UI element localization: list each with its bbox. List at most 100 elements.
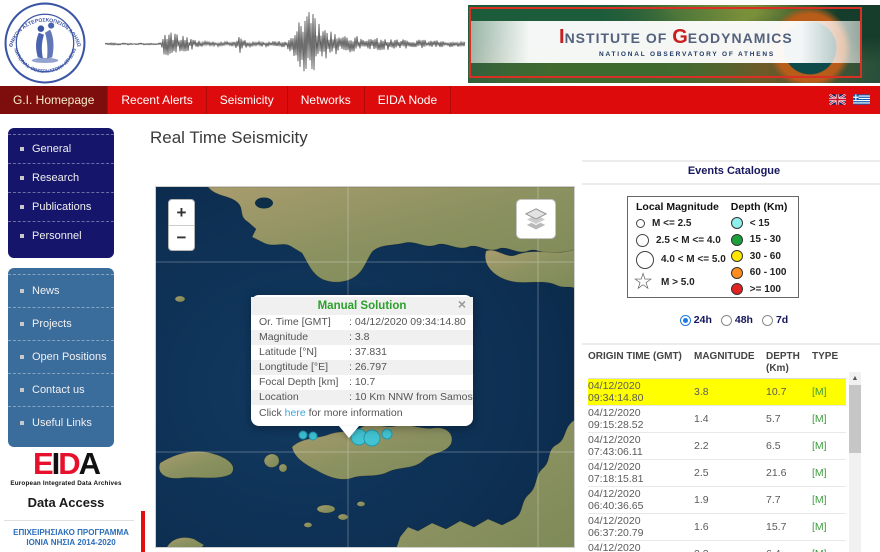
data-access-label: Data Access: [27, 495, 105, 510]
depth-color-dot: [730, 233, 743, 246]
popup-row-value: : 04/12/2020 09:34:14.80: [349, 316, 466, 328]
depth-color-dot: [730, 283, 743, 296]
sidebar-item[interactable]: Useful Links: [8, 406, 114, 439]
institute-banner: INSTITUTE OF GEODYNAMICS NATIONAL OBSERV…: [468, 5, 880, 83]
nav-item[interactable]: Recent Alerts: [108, 86, 207, 114]
greece-flag-icon[interactable]: [853, 94, 870, 105]
bullet-icon: [20, 289, 24, 293]
eida-letter: D: [58, 446, 80, 481]
depth-legend-item: 30 - 60: [730, 248, 794, 265]
time-filter-radio[interactable]: 24h: [679, 314, 712, 326]
more-info-link[interactable]: here: [285, 407, 306, 419]
sidebar-divider: [4, 520, 134, 521]
bullet-icon: [20, 322, 24, 326]
magnitude-legend-title: Local Magnitude: [636, 201, 719, 213]
popup-row: Focal Depth [km] : 10.7: [251, 375, 473, 390]
panel-divider: [582, 343, 880, 345]
eida-letter: A: [78, 446, 101, 481]
popup-row: Longtitude [°E] : 26.797: [251, 360, 473, 375]
uk-flag-icon[interactable]: [829, 94, 846, 105]
map-zoom-control: + −: [168, 199, 195, 251]
depth-legend-item: 60 - 100: [730, 265, 794, 282]
sidebar-item[interactable]: Open Positions: [8, 340, 114, 373]
sidebar-item-label: News: [32, 285, 60, 297]
scrollbar-up-arrow-icon[interactable]: ▲: [849, 372, 861, 384]
popup-row-label: Magnitude: [259, 331, 309, 343]
magnitude-legend: Local Magnitude M <= 2.5 2.5 < M <= 4.0: [636, 201, 731, 295]
espa-logo-edge: [141, 511, 145, 552]
popup-title: Manual Solution: [251, 297, 473, 315]
event-marker[interactable]: [381, 428, 393, 440]
nav-item[interactable]: G.I. Homepage: [0, 86, 109, 114]
zoom-in-button[interactable]: +: [169, 200, 194, 225]
table-row[interactable]: 04/12/2020 09:15:28.52 1.4 5.7 [M]: [588, 406, 846, 433]
header: ΕΘΝΙΚΟΝ ΑΣΤΕΡΟΣΚΟΠΕΙΟΝ ΑΘΗΝΩΝ NATIONAL O…: [0, 0, 880, 86]
table-scrollbar[interactable]: ▲: [849, 372, 861, 552]
radio-icon[interactable]: [679, 314, 691, 326]
table-row[interactable]: 04/12/2020 07:18:15.81 2.5 21.6 [M]: [588, 460, 846, 487]
popup-close-icon[interactable]: ×: [458, 296, 466, 312]
nav-item[interactable]: EIDA Node: [365, 86, 452, 114]
sidebar-item-label: General: [32, 143, 72, 155]
radio-icon[interactable]: [761, 314, 773, 326]
sidebar-secondary-menu: News Projects Open Positions Contact us …: [8, 268, 114, 447]
time-filter-radio[interactable]: 48h: [720, 314, 753, 326]
table-row[interactable]: 04/12/2020 06:37:20.79 1.6 15.7 [M]: [588, 514, 846, 541]
bullet-icon: [20, 176, 24, 180]
layers-control[interactable]: [516, 199, 556, 239]
popup-row-label: Location: [259, 391, 299, 403]
time-filter-radio[interactable]: 7d: [761, 314, 788, 326]
sidebar-item-label: Publications: [32, 201, 92, 213]
popup-footer: Click here for more information: [259, 407, 403, 419]
popup-row: Magnitude : 3.8: [251, 330, 473, 345]
depth-color-dot: [730, 250, 743, 263]
sidebar-item[interactable]: News: [8, 274, 114, 307]
popup-row-value: : 10 Km NNW from Samos: [349, 391, 473, 403]
table-row[interactable]: 04/12/2020 06:40:36.65 1.9 7.7 [M]: [588, 487, 846, 514]
popup-row: Or. Time [GMT] : 04/12/2020 09:34:14.80: [251, 315, 473, 330]
table-header-row: ORIGIN TIME (GMT) MAGNITUDE DEPTH (Km) T…: [588, 348, 846, 379]
popup-row-value: : 3.8: [349, 331, 370, 343]
popup-row-value: : 26.797: [349, 361, 387, 373]
bullet-icon: [20, 205, 24, 209]
magnitude-symbol: [636, 233, 649, 247]
observatory-seal-logo[interactable]: ΕΘΝΙΚΟΝ ΑΣΤΕΡΟΣΚΟΠΕΙΟΝ ΑΘΗΝΩΝ NATIONAL O…: [4, 2, 86, 84]
depth-legend-item: < 15: [730, 215, 794, 232]
depth-color-dot: [730, 217, 743, 230]
popup-row-value: : 37.831: [349, 346, 387, 358]
bullet-icon: [20, 234, 24, 238]
sidebar-item[interactable]: Publications: [8, 192, 114, 221]
magnitude-legend-item: 2.5 < M <= 4.0: [636, 231, 731, 249]
sidebar-item[interactable]: General: [8, 134, 114, 163]
table-row[interactable]: 04/12/2020 05:54:40.71 2.3 6.4 [M]: [588, 541, 846, 552]
bullet-icon: [20, 147, 24, 151]
zoom-out-button[interactable]: −: [169, 225, 194, 250]
scrollbar-thumb[interactable]: [849, 385, 861, 453]
eida-tagline: European Integrated Data Archives: [10, 480, 122, 487]
popup-row-label: Focal Depth [km]: [259, 376, 339, 388]
satellite-map[interactable]: + − × Manual Solution Or. Time [GMT] : 0…: [155, 186, 575, 548]
nav-item[interactable]: Seismicity: [207, 86, 288, 114]
depth-color-dot: [730, 266, 743, 279]
radio-icon[interactable]: [720, 314, 732, 326]
sidebar-item[interactable]: Contact us: [8, 373, 114, 406]
magnitude-symbol: [636, 250, 654, 269]
event-marker[interactable]: [363, 429, 381, 447]
event-marker[interactable]: [298, 430, 308, 440]
eida-logo[interactable]: EIDA European Integrated Data Archives: [8, 448, 124, 487]
sidebar-item[interactable]: Projects: [8, 307, 114, 340]
sidebar-item[interactable]: Personnel: [8, 221, 114, 250]
title-initial-g: G: [672, 26, 688, 48]
sidebar-item-label: Research: [32, 172, 80, 184]
nav-item[interactable]: Networks: [288, 86, 365, 114]
layers-icon: [524, 208, 548, 231]
eida-letter: E: [32, 446, 54, 481]
depth-legend-item: 15 - 30: [730, 232, 794, 249]
depth-legend-item: >= 100: [730, 281, 794, 298]
event-marker[interactable]: [308, 431, 318, 441]
popup-row: Location : 10 Km NNW from Samos: [251, 390, 473, 405]
table-row[interactable]: 04/12/2020 07:43:06.11 2.2 6.5 [M]: [588, 433, 846, 460]
table-row[interactable]: 04/12/2020 09:34:14.80 3.8 10.7 [M]: [588, 379, 846, 406]
institute-subtitle: NATIONAL OBSERVATORY OF ATHENS: [599, 51, 776, 58]
sidebar-item[interactable]: Research: [8, 163, 114, 192]
